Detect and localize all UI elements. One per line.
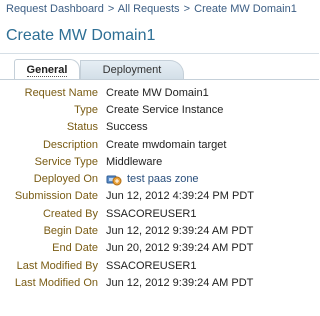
deployed-on-link[interactable]: test paas zone: [127, 173, 199, 185]
breadcrumb-separator: >: [107, 3, 115, 15]
submission-date-value: Jun 12, 2012 4:39:24 PM PDT: [106, 190, 254, 203]
description-label: Description: [42, 138, 98, 151]
breadcrumb-request-dashboard[interactable]: Request Dashboard: [6, 3, 104, 15]
description-value: Create mwdomain target: [106, 138, 227, 151]
breadcrumb-current: Create MW Domain1: [194, 3, 297, 15]
last-modified-by-label: Last Modified By: [16, 259, 98, 272]
detail-row-deployed-on: Deployed On test paas zone: [0, 170, 319, 187]
type-label: Type: [74, 103, 98, 116]
deployed-on-value: test paas zone: [106, 172, 199, 187]
tab-general[interactable]: General: [14, 59, 80, 79]
end-date-value: Jun 20, 2012 9:39:24 AM PDT: [106, 242, 254, 255]
last-modified-by-value: SSACOREUSER1: [106, 259, 197, 272]
end-date-label: End Date: [52, 242, 98, 255]
status-value: Success: [106, 121, 148, 134]
created-by-label: Created By: [42, 207, 98, 220]
request-name-value: Create MW Domain1: [106, 86, 209, 99]
last-modified-on-value: Jun 12, 2012 9:39:24 AM PDT: [106, 276, 254, 289]
breadcrumb-separator: >: [183, 3, 191, 15]
tab-bar: General Deployment: [0, 59, 319, 79]
type-value: Create Service Instance: [106, 103, 224, 116]
detail-row-service-type: Service Type Middleware: [0, 153, 319, 170]
detail-row-request-name: Request Name Create MW Domain1: [0, 84, 319, 101]
detail-row-last-modified-on: Last Modified On Jun 12, 2012 9:39:24 AM…: [0, 274, 319, 291]
submission-date-label: Submission Date: [14, 190, 98, 203]
zone-icon: [106, 175, 122, 186]
status-label: Status: [66, 121, 98, 134]
tab-general-label: General: [26, 64, 68, 77]
deployed-on-label: Deployed On: [33, 173, 98, 186]
detail-row-type: Type Create Service Instance: [0, 101, 319, 118]
service-type-value: Middleware: [106, 155, 163, 168]
detail-row-last-modified-by: Last Modified By SSACOREUSER1: [0, 257, 319, 274]
request-details: Request Name Create MW Domain1 Type Crea…: [0, 84, 319, 292]
request-name-label: Request Name: [24, 86, 98, 99]
tab-deployment[interactable]: Deployment: [80, 60, 184, 79]
detail-row-created-by: Created By SSACOREUSER1: [0, 205, 319, 222]
breadcrumb-all-requests[interactable]: All Requests: [118, 3, 180, 15]
service-type-label: Service Type: [34, 155, 98, 168]
detail-row-begin-date: Begin Date Jun 12, 2012 9:39:24 AM PDT: [0, 222, 319, 239]
page-title: Create MW Domain1: [6, 27, 156, 44]
detail-row-status: Status Success: [0, 119, 319, 136]
last-modified-on-label: Last Modified On: [14, 276, 98, 289]
begin-date-label: Begin Date: [43, 225, 98, 238]
tab-deployment-label: Deployment: [102, 64, 162, 76]
breadcrumb: Request Dashboard > All Requests > Creat…: [6, 3, 297, 15]
detail-row-submission-date: Submission Date Jun 12, 2012 4:39:24 PM …: [0, 188, 319, 205]
detail-row-end-date: End Date Jun 20, 2012 9:39:24 AM PDT: [0, 240, 319, 257]
begin-date-value: Jun 12, 2012 9:39:24 AM PDT: [106, 225, 254, 238]
detail-row-description: Description Create mwdomain target: [0, 136, 319, 153]
created-by-value: SSACOREUSER1: [106, 207, 197, 220]
title-divider: [0, 53, 319, 54]
